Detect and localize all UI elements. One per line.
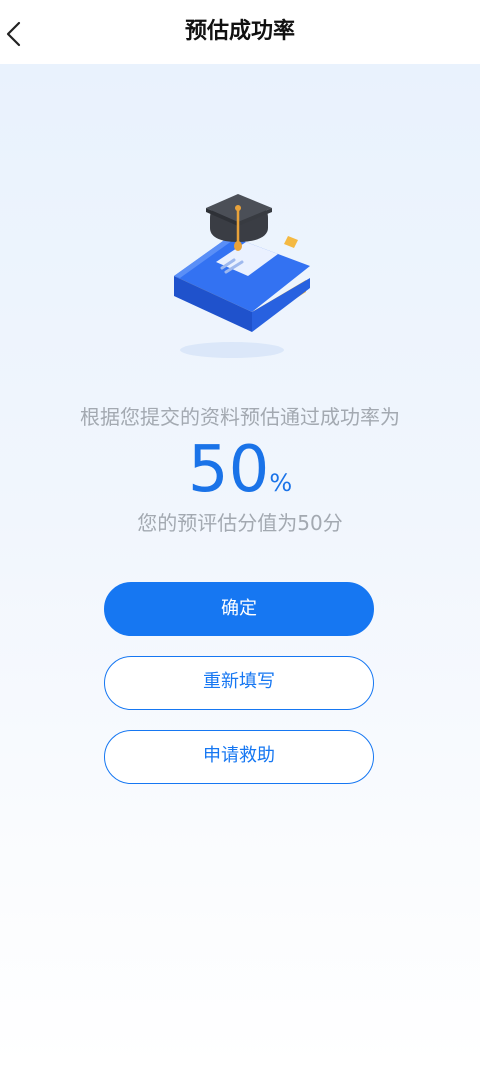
confirm-button[interactable]: 确定 <box>104 582 374 636</box>
apply-help-button[interactable]: 申请救助 <box>104 730 374 784</box>
score-text: 您的预评估分值为50分 <box>137 511 343 535</box>
result-panel: 根据您提交的资料预估通过成功率为 50% 您的预评估分值为50分 确定 重新填写… <box>0 64 480 1067</box>
rate-unit: % <box>269 469 293 497</box>
top-bar: 预估成功率 <box>0 0 480 64</box>
refill-button[interactable]: 重新填写 <box>104 656 374 710</box>
rate-description: 根据您提交的资料预估通过成功率为 <box>80 405 400 429</box>
rate-value: 50 <box>187 433 270 507</box>
page-title: 预估成功率 <box>184 19 295 44</box>
book-graduation-cap-icon <box>160 184 320 364</box>
